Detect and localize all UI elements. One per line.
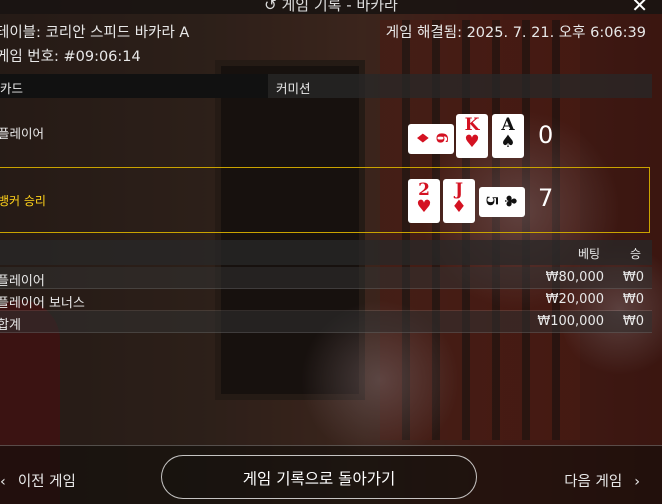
player-result-row: 플레이어 ♦6 K ♥ A ♠ 0	[0, 105, 650, 160]
player-label: 플레이어	[0, 126, 45, 141]
tab-cards[interactable]: 카드	[0, 74, 268, 98]
win-amount: ₩0	[622, 270, 644, 285]
banker-label: 뱅커 승리	[0, 194, 46, 208]
close-icon[interactable]: ✕	[631, 0, 648, 17]
bet-row: 플레이어 보너스 ₩20,000 ₩0	[0, 289, 652, 311]
banker-card-2: J ♦	[443, 179, 475, 223]
chevron-left-icon: ‹	[0, 474, 6, 490]
win-column-header: 승	[630, 247, 642, 261]
history-icon: ↺	[264, 0, 282, 14]
player-score: 0	[538, 121, 554, 149]
cards-header: 카드 커미션	[0, 74, 652, 98]
player-card-1: ♦6	[408, 124, 454, 154]
bet-amount: ₩80,000	[545, 270, 604, 285]
bet-amount: ₩20,000	[545, 292, 604, 307]
back-to-history-button[interactable]: 게임 기록으로 돌아가기	[161, 455, 477, 499]
total-label: 합계	[0, 318, 21, 333]
win-amount: ₩0	[622, 292, 644, 307]
banker-card-3: 5♣	[479, 187, 525, 217]
banker-result-row: 뱅커 승리 2 ♥ J ♦ 5♣ 7	[0, 167, 650, 233]
next-game-button[interactable]: 다음 게임 ›	[564, 470, 640, 491]
title-bar: ↺ 게임 기록 - 바카라 ✕	[0, 0, 662, 17]
prev-game-button[interactable]: ‹ 이전 게임	[0, 470, 76, 491]
round-id: 게임 번호: #09:06:14	[0, 49, 141, 65]
bet-name: 플레이어 보너스	[0, 296, 85, 311]
commission-label: 커미션	[276, 81, 311, 96]
total-win-amount: ₩0	[622, 314, 644, 329]
footer-nav: ‹ 이전 게임 게임 기록으로 돌아가기 다음 게임 ›	[0, 445, 662, 504]
banker-score: 7	[538, 184, 554, 212]
bets-header: 베팅 승	[0, 240, 652, 265]
bet-name: 플레이어	[0, 274, 45, 289]
total-bet-amount: ₩100,000	[537, 314, 604, 329]
bet-row: 플레이어 ₩80,000 ₩0	[0, 267, 652, 289]
resolved-time: 게임 해결됨: 2025. 7. 21. 오후 6:06:39	[385, 25, 646, 41]
bet-total-row: 합계 ₩100,000 ₩0	[0, 311, 652, 333]
banker-card-1: 2 ♥	[408, 179, 440, 223]
bet-column-header: 베팅	[578, 247, 601, 261]
chevron-right-icon: ›	[634, 474, 640, 490]
player-card-2: K ♥	[456, 114, 488, 158]
table-name: 테이블: 코리안 스피드 바카라 A	[0, 25, 190, 41]
history-title: ↺ 게임 기록 - 바카라	[0, 0, 662, 15]
player-card-3: A ♠	[492, 114, 524, 158]
